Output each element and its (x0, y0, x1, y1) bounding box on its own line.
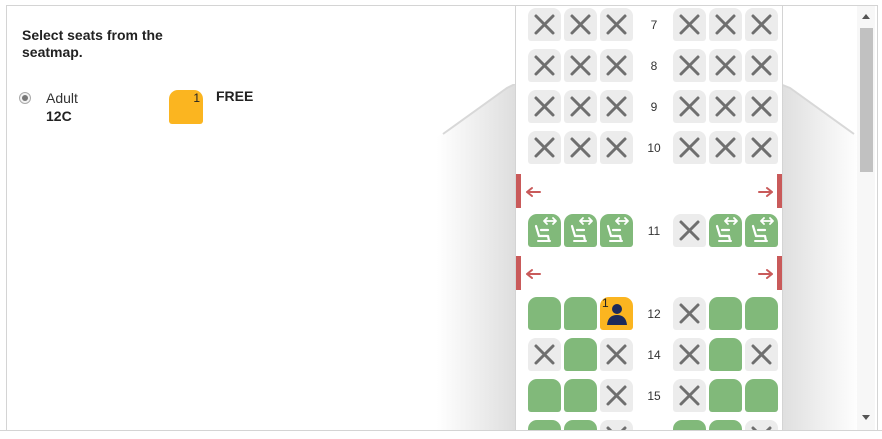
seat-7C (600, 8, 633, 41)
seat-7D (673, 8, 706, 41)
row-number: 7 (650, 18, 658, 32)
seat-8F (745, 49, 778, 82)
seat-11C[interactable] (600, 214, 633, 247)
passenger-tag-number: 1 (193, 91, 200, 105)
seat-14A (528, 338, 561, 371)
exit-arrow-left-icon (524, 267, 542, 279)
passenger-price: FREE (216, 88, 254, 104)
seat-selection-panel: Select seats from the seatmap. Adult 12C… (6, 5, 878, 430)
seat-15E[interactable] (709, 379, 742, 412)
seat-10E (709, 131, 742, 164)
seat-9A (528, 90, 561, 123)
row-number: 15 (647, 389, 661, 403)
row-number: 11 (647, 224, 661, 238)
seat-8A (528, 49, 561, 82)
seat-16E[interactable] (709, 420, 742, 430)
seat-11A[interactable] (528, 214, 561, 247)
seat-14E[interactable] (709, 338, 742, 371)
seat-12A[interactable] (528, 297, 561, 330)
seat-16C (600, 420, 633, 430)
left-wing (437, 84, 515, 430)
seat-7E (709, 8, 742, 41)
row-number: 12 (647, 307, 661, 321)
seat-8D (673, 49, 706, 82)
seat-15B[interactable] (564, 379, 597, 412)
row-number: 9 (650, 100, 658, 114)
exit-arrow-left-icon (524, 185, 542, 197)
scrollbar[interactable] (857, 6, 875, 430)
seat-12F[interactable] (745, 297, 778, 330)
exit-arrow-right-icon (757, 267, 775, 279)
seatmap: 7891011112141516 (515, 6, 783, 430)
seat-8C (600, 49, 633, 82)
scroll-up-arrow-icon[interactable] (862, 14, 870, 19)
bottom-border (0, 430, 882, 431)
seat-10D (673, 131, 706, 164)
seat-15C (600, 379, 633, 412)
seat-7B (564, 8, 597, 41)
seat-10F (745, 131, 778, 164)
seat-15A[interactable] (528, 379, 561, 412)
seat-16B[interactable] (564, 420, 597, 430)
seat-11F[interactable] (745, 214, 778, 247)
row-number: 14 (647, 348, 661, 362)
seat-11B[interactable] (564, 214, 597, 247)
seat-16F (745, 420, 778, 430)
exit-marker-right (777, 174, 782, 208)
seat-9D (673, 90, 706, 123)
seat-12E[interactable] (709, 297, 742, 330)
seat-9C (600, 90, 633, 123)
seat-9B (564, 90, 597, 123)
seat-10C (600, 131, 633, 164)
seat-8B (564, 49, 597, 82)
passenger-radio[interactable] (19, 92, 31, 104)
exit-arrow-right-icon (757, 185, 775, 197)
passenger-seat: 12C (46, 108, 72, 124)
row-number: 10 (647, 141, 661, 155)
exit-marker-left (516, 256, 521, 290)
seat-14F (745, 338, 778, 371)
passenger-seat-tag: 1 (169, 90, 203, 124)
seat-14C (600, 338, 633, 371)
exit-marker-right (777, 256, 782, 290)
seat-15D (673, 379, 706, 412)
seat-9E (709, 90, 742, 123)
seat-15F[interactable] (745, 379, 778, 412)
seat-7A (528, 8, 561, 41)
seat-11E[interactable] (709, 214, 742, 247)
seat-12B[interactable] (564, 297, 597, 330)
right-wing (780, 84, 860, 430)
seat-12D (673, 297, 706, 330)
scroll-thumb[interactable] (860, 28, 873, 172)
passenger-type: Adult (46, 90, 78, 106)
seat-12C[interactable]: 1 (600, 297, 633, 330)
seat-11D (673, 214, 706, 247)
instructions-text: Select seats from the seatmap. (22, 27, 163, 60)
seat-7F (745, 8, 778, 41)
seat-14B[interactable] (564, 338, 597, 371)
row-number: 8 (650, 59, 658, 73)
seat-tag-number: 1 (602, 296, 609, 310)
seat-16A[interactable] (528, 420, 561, 430)
seat-8E (709, 49, 742, 82)
scroll-down-arrow-icon[interactable] (862, 415, 870, 420)
seat-10A (528, 131, 561, 164)
seat-14D (673, 338, 706, 371)
seat-9F (745, 90, 778, 123)
exit-marker-left (516, 174, 521, 208)
seat-16D[interactable] (673, 420, 706, 430)
seat-10B (564, 131, 597, 164)
